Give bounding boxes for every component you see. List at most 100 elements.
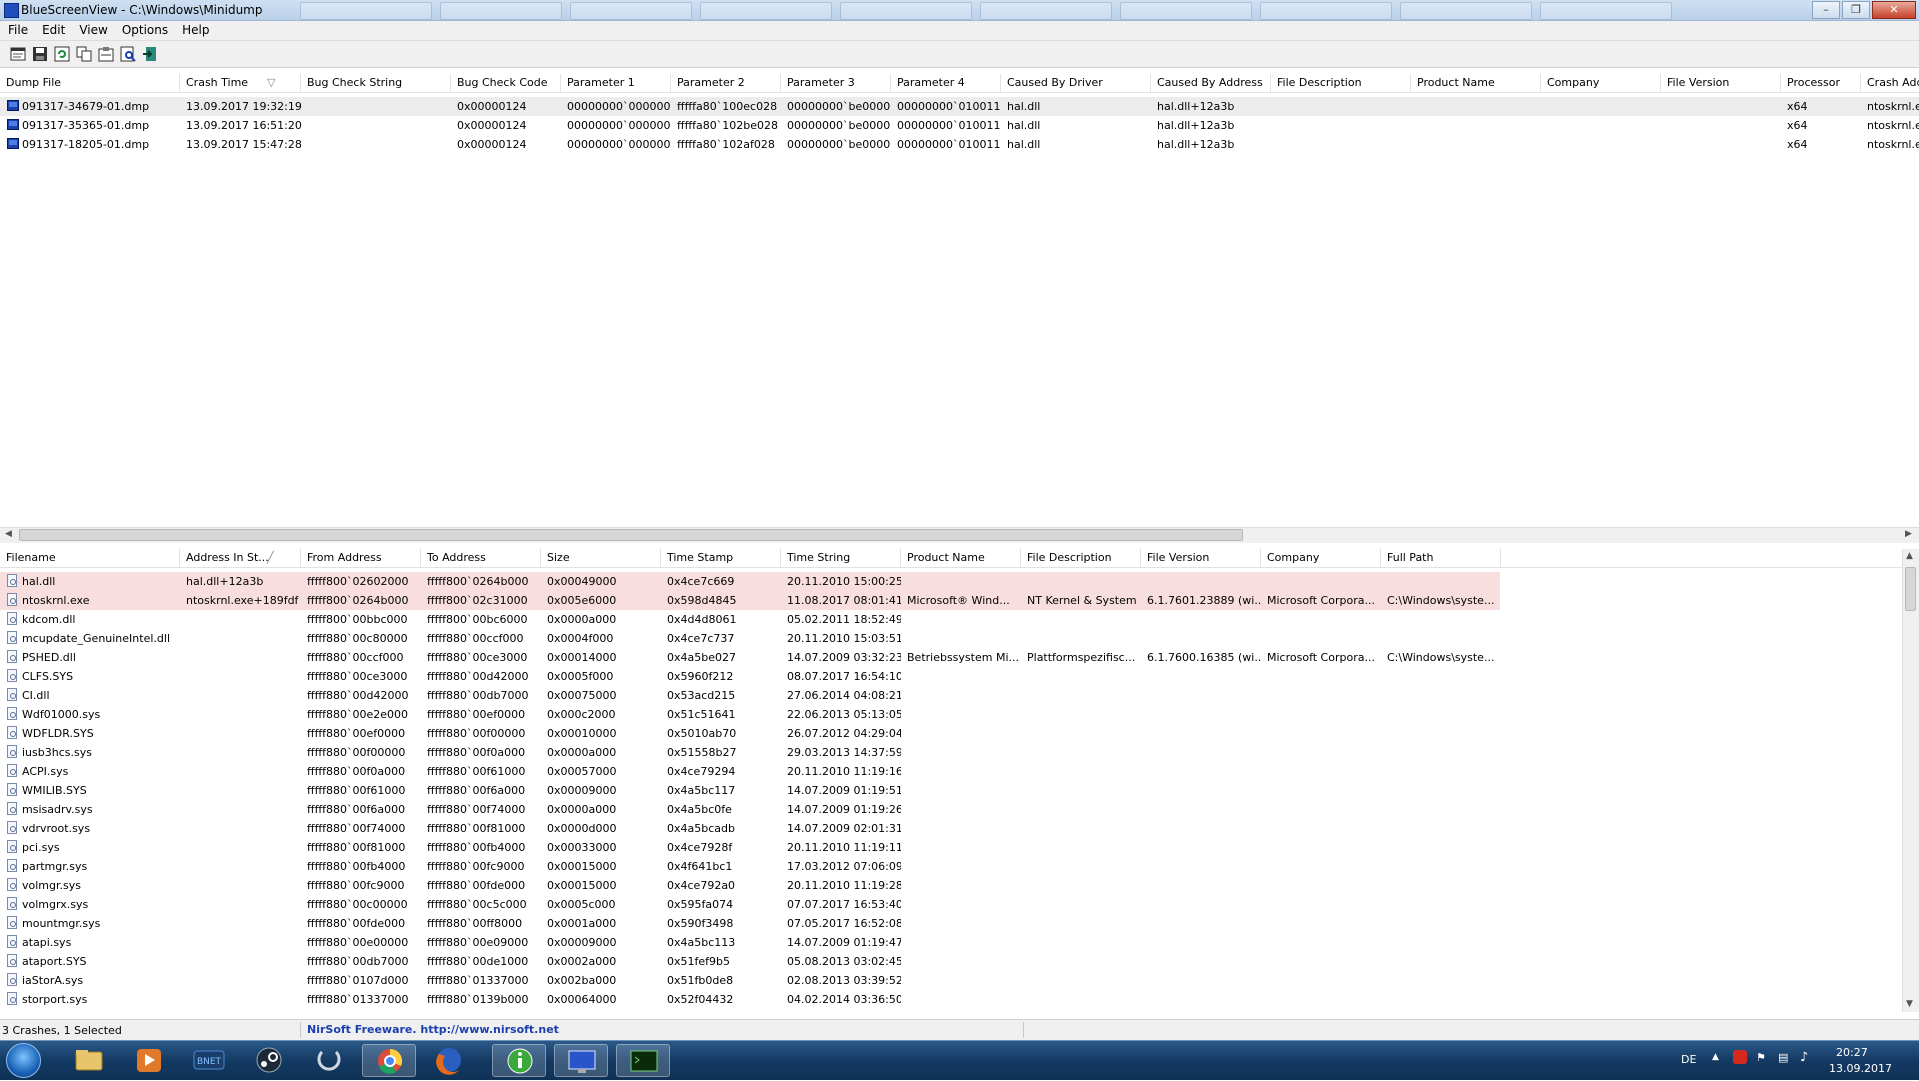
crash-row[interactable]: 091317-34679-01.dmp 13.09.2017 19:32:19 0x… bbox=[0, 97, 1919, 116]
driver-row[interactable]: WDFLDR.SYS fffff880`00ef0000 fffff880`00f0… bbox=[0, 724, 1903, 743]
copy-icon[interactable] bbox=[76, 46, 92, 62]
scroll-up-icon[interactable]: ▲ bbox=[1906, 551, 1913, 561]
driver-row[interactable]: storport.sys fffff880`01337000 fffff880`01… bbox=[0, 990, 1903, 1009]
column-header[interactable]: Time String bbox=[781, 549, 901, 567]
menu-edit[interactable]: Edit bbox=[34, 21, 71, 37]
column-header[interactable]: Parameter 1 bbox=[561, 74, 671, 92]
column-header[interactable]: Dump File bbox=[0, 74, 180, 92]
column-header[interactable]: Crash Add bbox=[1861, 74, 1919, 92]
chrome-icon[interactable] bbox=[362, 1044, 416, 1077]
driver-row[interactable]: iaStorA.sys fffff880`0107d000 fffff880`013… bbox=[0, 971, 1903, 990]
driver-row[interactable]: partmgr.sys fffff880`00fb4000 fffff880`00f… bbox=[0, 857, 1903, 876]
scrollbar-thumb[interactable] bbox=[1905, 567, 1916, 611]
column-header[interactable]: Crash Time ▽ bbox=[180, 74, 301, 92]
driver-row[interactable]: vdrvroot.sys fffff880`00f74000 fffff880`00… bbox=[0, 819, 1903, 838]
svg-text:BNET: BNET bbox=[197, 1057, 222, 1067]
driver-row[interactable]: volmgrx.sys fffff880`00c00000 fffff880`00c… bbox=[0, 895, 1903, 914]
column-header[interactable]: Processor bbox=[1781, 74, 1861, 92]
column-header[interactable]: Product Name bbox=[901, 549, 1021, 567]
bluescreenview-icon[interactable] bbox=[554, 1044, 608, 1077]
driver-row[interactable]: Wdf01000.sys fffff880`00e2e000 fffff880`00… bbox=[0, 705, 1903, 724]
column-header[interactable]: Parameter 3 bbox=[781, 74, 891, 92]
column-header[interactable]: Company bbox=[1261, 549, 1381, 567]
column-header[interactable]: Parameter 4 bbox=[891, 74, 1001, 92]
cell bbox=[1661, 97, 1781, 116]
nirsoft-link[interactable]: NirSoft Freeware. http://www.nirsoft.net bbox=[307, 1023, 559, 1036]
network-icon[interactable]: ▤ bbox=[1778, 1051, 1788, 1064]
column-header[interactable]: Product Name bbox=[1411, 74, 1541, 92]
driver-row[interactable]: PSHED.dll fffff880`00ccf000 fffff880`00ce3… bbox=[0, 648, 1903, 667]
clock-date[interactable]: 13.09.2017 bbox=[1829, 1062, 1892, 1075]
driver-row[interactable]: volmgr.sys fffff880`00fc9000 fffff880`00fd… bbox=[0, 876, 1903, 895]
crash-row[interactable]: 091317-18205-01.dmp 13.09.2017 15:47:28 0x… bbox=[0, 135, 1919, 154]
column-header[interactable]: Time Stamp bbox=[661, 549, 781, 567]
exit-icon[interactable] bbox=[142, 46, 158, 62]
column-header[interactable]: File Version bbox=[1661, 74, 1781, 92]
advanced-options-icon[interactable] bbox=[120, 46, 136, 62]
scroll-left-icon[interactable]: ◀ bbox=[5, 529, 12, 539]
vertical-scrollbar[interactable]: ▲ ▼ bbox=[1902, 549, 1919, 1012]
horizontal-scrollbar[interactable]: ◀ ▶ bbox=[0, 527, 1919, 543]
minimize-button[interactable]: – bbox=[1812, 1, 1840, 19]
cell bbox=[1021, 895, 1141, 914]
crash-row[interactable]: 091317-35365-01.dmp 13.09.2017 16:51:20 0x… bbox=[0, 116, 1919, 135]
menu-file[interactable]: File bbox=[0, 21, 34, 37]
language-indicator[interactable]: DE bbox=[1681, 1053, 1696, 1066]
driver-row[interactable]: CLFS.SYS fffff880`00ce3000 fffff880`00d420… bbox=[0, 667, 1903, 686]
menu-help[interactable]: Help bbox=[174, 21, 215, 37]
column-header[interactable]: Size bbox=[541, 549, 661, 567]
driver-row[interactable]: CI.dll fffff880`00d42000 fffff880`00db7000… bbox=[0, 686, 1903, 705]
column-header[interactable]: Bug Check String bbox=[301, 74, 451, 92]
driver-row[interactable]: hal.dll hal.dll+12a3b fffff800`02602000 fff… bbox=[0, 572, 1903, 591]
column-header[interactable]: File Version bbox=[1141, 549, 1261, 567]
scrollbar-thumb[interactable] bbox=[19, 529, 1243, 541]
column-header[interactable]: From Address bbox=[301, 549, 421, 567]
driver-row[interactable]: atapi.sys fffff880`00e00000 fffff880`00e09… bbox=[0, 933, 1903, 952]
firefox-icon[interactable] bbox=[422, 1044, 476, 1077]
driver-row[interactable]: WMILIB.SYS fffff880`00f61000 fffff880`00f6… bbox=[0, 781, 1903, 800]
driver-row[interactable]: kdcom.dll fffff800`00bbc000 fffff800`00bc6… bbox=[0, 610, 1903, 629]
app-icon[interactable] bbox=[302, 1044, 356, 1077]
battlenet-icon[interactable]: BNET bbox=[182, 1044, 236, 1077]
column-header[interactable]: Bug Check Code bbox=[451, 74, 561, 92]
column-header[interactable]: Filename bbox=[0, 549, 180, 567]
start-icon[interactable] bbox=[6, 1043, 41, 1078]
driver-row[interactable]: mcupdate_GenuineIntel.dll fffff880`00c800… bbox=[0, 629, 1903, 648]
volume-icon[interactable]: ♪ bbox=[1800, 1050, 1808, 1065]
scroll-down-icon[interactable]: ▼ bbox=[1906, 999, 1913, 1009]
clock-time[interactable]: 20:27 bbox=[1836, 1046, 1868, 1059]
column-header[interactable]: Address In St... ╱ bbox=[180, 549, 301, 567]
driver-row[interactable]: ACPI.sys fffff880`00f0a000 fffff880`00f610… bbox=[0, 762, 1903, 781]
close-button[interactable]: ✕ bbox=[1872, 1, 1916, 19]
column-header[interactable]: Parameter 2 bbox=[671, 74, 781, 92]
driver-row[interactable]: mountmgr.sys fffff880`00fde000 fffff880`00… bbox=[0, 914, 1903, 933]
driver-row[interactable]: iusb3hcs.sys fffff880`00f00000 fffff880`00… bbox=[0, 743, 1903, 762]
maximize-button[interactable]: ❐ bbox=[1842, 1, 1870, 19]
antivirus-icon[interactable] bbox=[1733, 1050, 1747, 1064]
driver-row[interactable]: ntoskrnl.exe ntoskrnl.exe+189fdf fffff800`… bbox=[0, 591, 1903, 610]
media-player-icon[interactable] bbox=[122, 1044, 176, 1077]
show-hidden-icons-icon[interactable]: ▲ bbox=[1712, 1052, 1719, 1062]
driver-row[interactable]: ataport.SYS fffff880`00db7000 fffff880`00d… bbox=[0, 952, 1903, 971]
properties-icon[interactable] bbox=[98, 46, 114, 62]
scroll-right-icon[interactable]: ▶ bbox=[1905, 529, 1912, 539]
menu-view[interactable]: View bbox=[71, 21, 113, 37]
column-header[interactable]: Caused By Driver bbox=[1001, 74, 1151, 92]
column-header[interactable]: Full Path bbox=[1381, 549, 1501, 567]
save-icon[interactable] bbox=[32, 46, 48, 62]
column-header[interactable]: File Description bbox=[1271, 74, 1411, 92]
column-header[interactable]: Company bbox=[1541, 74, 1661, 92]
column-header[interactable]: Caused By Address bbox=[1151, 74, 1271, 92]
explorer-icon[interactable] bbox=[62, 1044, 116, 1077]
terminal-icon[interactable] bbox=[616, 1044, 670, 1077]
column-header[interactable]: File Description bbox=[1021, 549, 1141, 567]
flag-icon[interactable]: ⚑ bbox=[1756, 1051, 1766, 1064]
steam-icon[interactable] bbox=[242, 1044, 296, 1077]
driver-row[interactable]: msisadrv.sys fffff880`00f6a000 fffff880`00… bbox=[0, 800, 1903, 819]
menu-options[interactable]: Options bbox=[114, 21, 174, 37]
driver-row[interactable]: pci.sys fffff880`00f81000 fffff880`00fb400… bbox=[0, 838, 1903, 857]
info-app-icon[interactable] bbox=[492, 1044, 546, 1077]
column-header[interactable]: To Address bbox=[421, 549, 541, 567]
refresh-icon[interactable] bbox=[54, 46, 70, 62]
html-report-icon[interactable] bbox=[10, 46, 26, 62]
